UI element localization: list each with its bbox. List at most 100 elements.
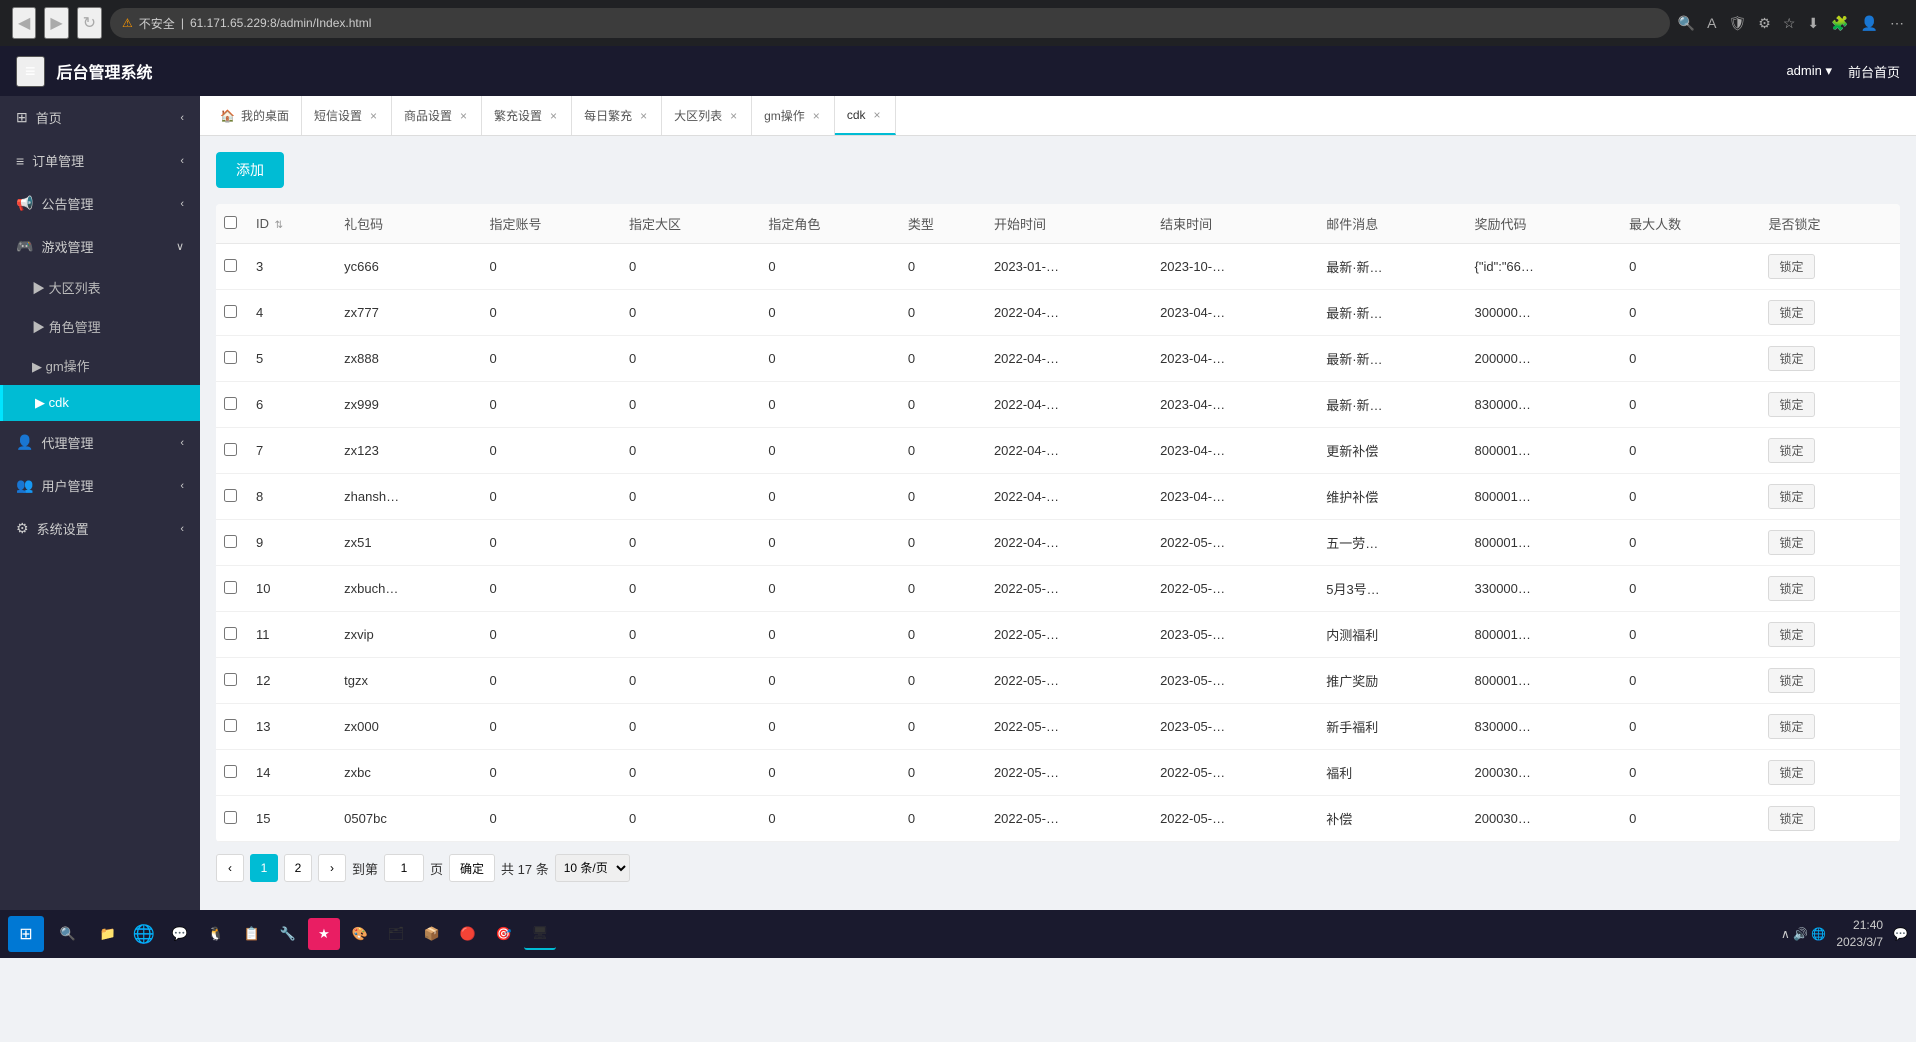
cell-account: 0 — [482, 428, 621, 474]
settings-icon[interactable]: ⚙ — [1758, 15, 1771, 32]
taskbar-app5-icon[interactable]: 📋 — [236, 918, 268, 950]
cell-account: 0 — [482, 704, 621, 750]
taskbar-edge-icon[interactable]: 🌐 — [128, 918, 160, 950]
sidebar-item-agent[interactable]: 👤 代理管理 ‹ — [0, 421, 200, 464]
cell-start: 2022-04-… — [986, 290, 1152, 336]
sort-icon[interactable]: ⇅ — [275, 220, 283, 231]
lock-button[interactable]: 锁定 — [1768, 806, 1814, 831]
row-checkbox[interactable] — [224, 811, 237, 824]
translate-icon[interactable]: A — [1707, 15, 1716, 32]
taskbar-app8-icon[interactable]: 🎨 — [344, 918, 376, 950]
separator: | — [181, 16, 184, 30]
taskbar-app7-icon[interactable]: ★ — [308, 918, 340, 950]
lock-button[interactable]: 锁定 — [1768, 484, 1814, 509]
back-button[interactable]: ◀ — [12, 7, 36, 39]
page-size-select[interactable]: 10 条/页 20 条/页 50 条/页 — [555, 854, 630, 882]
sidebar-item-order[interactable]: ≡ 订单管理 ‹ — [0, 139, 200, 182]
admin-dropdown[interactable]: admin ▾ — [1786, 63, 1832, 79]
tab-gm[interactable]: gm操作 × — [752, 96, 835, 135]
row-checkbox[interactable] — [224, 627, 237, 640]
lock-button[interactable]: 锁定 — [1768, 576, 1814, 601]
tab-goods-close[interactable]: × — [458, 109, 469, 123]
page-input[interactable] — [384, 854, 424, 882]
cell-role: 0 — [760, 244, 899, 290]
tab-region-close[interactable]: × — [728, 109, 739, 123]
row-checkbox[interactable] — [224, 259, 237, 272]
lock-button[interactable]: 锁定 — [1768, 530, 1814, 555]
tab-gm-close[interactable]: × — [811, 109, 822, 123]
tab-recharge-close[interactable]: × — [548, 109, 559, 123]
row-checkbox[interactable] — [224, 305, 237, 318]
tab-daily-close[interactable]: × — [638, 109, 649, 123]
taskbar-right: ∧ 🔊 🌐 21:40 2023/3/7 💬 — [1781, 917, 1908, 951]
tab-sms[interactable]: 短信设置 × — [302, 96, 392, 135]
taskbar-app6-icon[interactable]: 🔧 — [272, 918, 304, 950]
sidebar-item-gm[interactable]: ▶ gm操作 — [0, 346, 200, 385]
row-checkbox[interactable] — [224, 443, 237, 456]
taskbar-notification-icon[interactable]: 💬 — [1893, 927, 1908, 941]
row-checkbox[interactable] — [224, 535, 237, 548]
sidebar-item-role[interactable]: ▶ 角色管理 — [0, 307, 200, 346]
tab-recharge[interactable]: 繁充设置 × — [482, 96, 572, 135]
start-button[interactable]: ⊞ — [8, 916, 44, 952]
tab-cdk[interactable]: cdk × — [835, 96, 896, 135]
taskbar-wechat-icon[interactable]: 💬 — [164, 918, 196, 950]
address-bar[interactable]: ⚠ 不安全 | 61.171.65.229:8/admin/Index.html — [110, 8, 1670, 38]
row-checkbox[interactable] — [224, 765, 237, 778]
tab-cdk-close[interactable]: × — [872, 108, 883, 122]
bookmark-icon[interactable]: ☆ — [1783, 15, 1796, 32]
lock-button[interactable]: 锁定 — [1768, 346, 1814, 371]
search-taskbar-icon[interactable]: 🔍 — [52, 918, 84, 950]
taskbar-app9-icon[interactable]: 🗂 — [380, 918, 412, 950]
row-checkbox[interactable] — [224, 673, 237, 686]
lock-button[interactable]: 锁定 — [1768, 714, 1814, 739]
prev-page-button[interactable]: ‹ — [216, 854, 244, 882]
sidebar-item-system[interactable]: ⚙ 系统设置 ‹ — [0, 507, 200, 550]
select-all-checkbox[interactable] — [224, 216, 237, 229]
sidebar-item-user[interactable]: 👥 用户管理 ‹ — [0, 464, 200, 507]
row-checkbox[interactable] — [224, 581, 237, 594]
forward-button[interactable]: ▶ — [44, 7, 68, 39]
tab-sms-close[interactable]: × — [368, 109, 379, 123]
page-1-button[interactable]: 1 — [250, 854, 278, 882]
lock-button[interactable]: 锁定 — [1768, 668, 1814, 693]
taskbar-app4-icon[interactable]: 🐧 — [200, 918, 232, 950]
front-page-link[interactable]: 前台首页 — [1848, 62, 1900, 81]
row-checkbox[interactable] — [224, 397, 237, 410]
sidebar-item-home[interactable]: ⊞ 首页 ‹ — [0, 96, 200, 139]
hamburger-button[interactable]: ≡ — [16, 56, 45, 87]
lock-button[interactable]: 锁定 — [1768, 622, 1814, 647]
add-button[interactable]: 添加 — [216, 152, 284, 188]
sidebar-item-region-list[interactable]: ▶ 大区列表 — [0, 268, 200, 307]
download-icon[interactable]: ⬇ — [1807, 15, 1819, 32]
taskbar-active-app-icon[interactable]: 🖥 — [524, 918, 556, 950]
tab-daily[interactable]: 每日繁充 × — [572, 96, 662, 135]
row-checkbox[interactable] — [224, 489, 237, 502]
tab-home[interactable]: 🏠 我的桌面 — [208, 96, 302, 135]
page-2-button[interactable]: 2 — [284, 854, 312, 882]
taskbar-file-icon[interactable]: 📁 — [92, 918, 124, 950]
page-confirm-button[interactable]: 确定 — [449, 854, 495, 882]
profile-icon[interactable]: 👤 — [1861, 15, 1878, 32]
sidebar-item-cdk[interactable]: ▶ cdk — [0, 385, 200, 421]
lock-button[interactable]: 锁定 — [1768, 300, 1814, 325]
extensions-icon[interactable]: 🧩 — [1831, 15, 1848, 32]
lock-button[interactable]: 锁定 — [1768, 254, 1814, 279]
sidebar-item-game[interactable]: 🎮 游戏管理 ∨ — [0, 225, 200, 268]
tab-region[interactable]: 大区列表 × — [662, 96, 752, 135]
lock-button[interactable]: 锁定 — [1768, 438, 1814, 463]
shield-icon[interactable]: 🛡 — [1728, 15, 1746, 32]
sidebar-item-notice[interactable]: 📢 公告管理 ‹ — [0, 182, 200, 225]
refresh-button[interactable]: ↻ — [77, 7, 102, 39]
more-icon[interactable]: ⋯ — [1890, 15, 1904, 32]
lock-button[interactable]: 锁定 — [1768, 392, 1814, 417]
taskbar-app11-icon[interactable]: 🔴 — [452, 918, 484, 950]
tab-goods[interactable]: 商品设置 × — [392, 96, 482, 135]
taskbar-app12-icon[interactable]: 🎯 — [488, 918, 520, 950]
search-icon[interactable]: 🔍 — [1678, 15, 1695, 32]
row-checkbox[interactable] — [224, 719, 237, 732]
taskbar-app10-icon[interactable]: 📦 — [416, 918, 448, 950]
next-page-button[interactable]: › — [318, 854, 346, 882]
lock-button[interactable]: 锁定 — [1768, 760, 1814, 785]
row-checkbox[interactable] — [224, 351, 237, 364]
